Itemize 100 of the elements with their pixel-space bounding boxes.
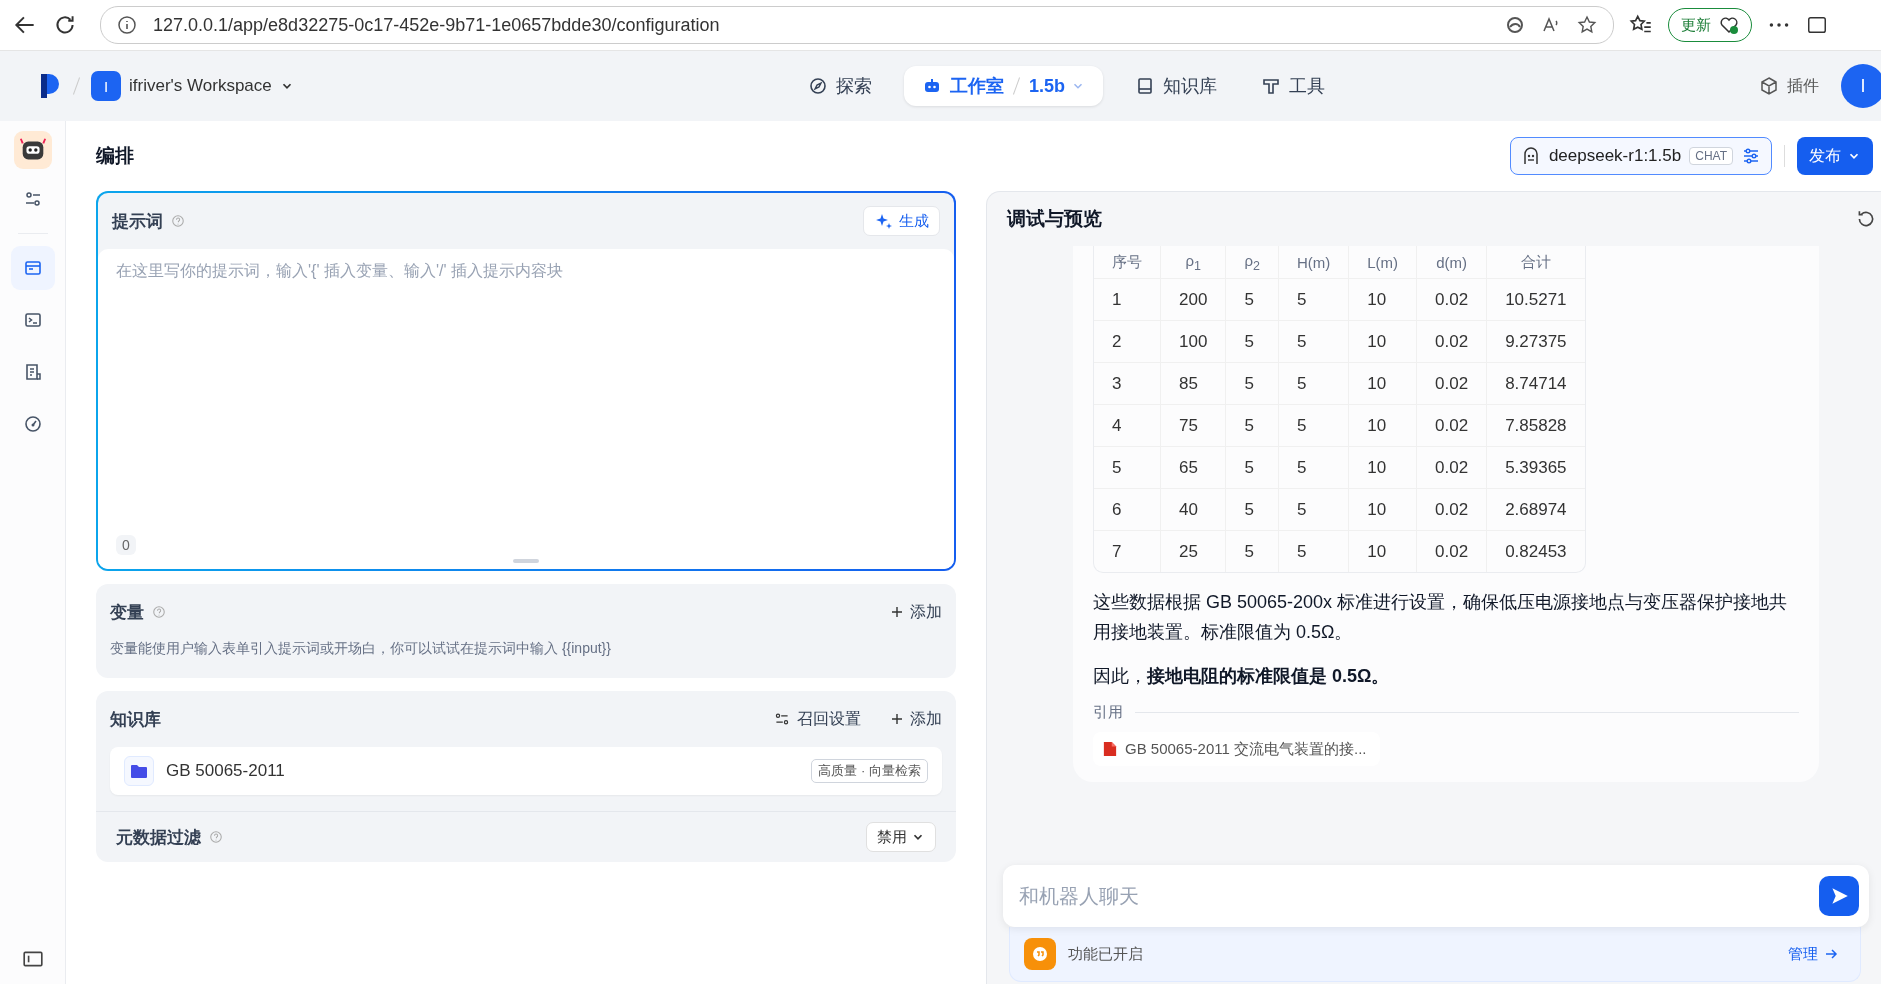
citation-label: 引用	[1093, 703, 1123, 722]
sliders-icon	[1741, 146, 1761, 166]
table-cell: 5	[1226, 531, 1279, 572]
table-cell: 10.5271	[1487, 279, 1585, 321]
table-cell: 8.74714	[1487, 363, 1585, 405]
table-cell: 5	[1226, 405, 1279, 447]
table-cell: 7.85828	[1487, 405, 1585, 447]
table-cell: 5	[1226, 363, 1279, 405]
variables-hint: 变量能使用户输入表单引入提示词或开场白，你可以试试在提示词中输入 {{input}}	[110, 640, 612, 658]
plugins-button[interactable]: 插件	[1759, 75, 1819, 97]
filter-dropdown[interactable]: 禁用	[866, 822, 936, 852]
panel-title: 调试与预览	[1007, 207, 1102, 231]
help-icon	[209, 830, 223, 844]
header-cell: 合计	[1487, 246, 1585, 279]
table-cell: 10	[1349, 405, 1418, 447]
table-cell: 5	[1094, 447, 1161, 489]
header-cell: 序号	[1094, 246, 1161, 279]
table-cell: 2	[1094, 321, 1161, 363]
workspace-switcher[interactable]: I ifriver's Workspace	[91, 71, 294, 101]
compass-icon	[808, 76, 828, 96]
table-cell: 65	[1161, 447, 1227, 489]
model-name: deepseek-r1:1.5b	[1548, 146, 1682, 166]
info-icon	[117, 15, 137, 35]
answer-paragraph: 因此，接地电阻的标准限值是 0.5Ω。	[1093, 665, 1391, 688]
help-icon	[152, 605, 166, 619]
manage-link[interactable]: 管理	[1788, 944, 1838, 964]
nav-tab[interactable]: 工作室	[922, 74, 1004, 98]
table-cell: 10	[1349, 531, 1418, 572]
table-cell: 10	[1349, 363, 1418, 405]
send-button[interactable]	[1819, 876, 1859, 916]
resize-handle[interactable]	[513, 559, 539, 563]
chat-input[interactable]: 和机器人聊天	[1003, 865, 1869, 927]
table-cell: 75	[1161, 405, 1227, 447]
table-cell: 40	[1161, 489, 1227, 531]
publish-button[interactable]: 发布	[1797, 137, 1873, 175]
section-title: 提示词	[112, 210, 163, 233]
sidebar-toggle-icon[interactable]	[1806, 14, 1828, 36]
address-bar[interactable]: 127.0.0.1/app/e8d32275-0c17-452e-9b71-1e0657bdde30/configuration	[100, 6, 1614, 44]
help-icon	[171, 214, 185, 228]
table-cell: 5	[1278, 321, 1350, 363]
table-cell: 5.39365	[1487, 447, 1585, 489]
header-cell: ρ$_{1}$	[1161, 246, 1227, 279]
table-cell: 0.02	[1417, 321, 1488, 363]
table-cell: 5	[1278, 279, 1350, 321]
table-cell: 85	[1161, 363, 1227, 405]
table-cell: 5	[1278, 489, 1350, 531]
dataset-item[interactable]: GB 50065-2011 高质量 · 向量检索	[110, 747, 942, 795]
model-selector[interactable]: deepseek-r1:1.5b CHAT	[1509, 137, 1772, 175]
header-cell: d(m)	[1417, 246, 1488, 279]
table-cell: 0.02	[1417, 279, 1488, 321]
logo-icon	[38, 72, 62, 100]
add-button[interactable]: 添加	[891, 708, 942, 730]
table-cell: 7	[1094, 531, 1161, 572]
table-cell: 5	[1226, 447, 1279, 489]
table-cell-text: 0.82453	[1504, 540, 1568, 563]
page-title: 编排	[96, 144, 134, 168]
robot-icon	[13, 131, 52, 169]
url-text: 127.0.0.1/app/e8d32275-0c17-452e-9b71-1e0657bdde30/configuration	[153, 14, 720, 36]
nav-tab[interactable]: 知识库	[1123, 66, 1230, 106]
table-cell: 0.02	[1417, 447, 1488, 489]
section-title: 元数据过滤	[116, 826, 201, 849]
nav-tab[interactable]: 探索	[796, 66, 884, 106]
table-cell: 10	[1349, 279, 1418, 321]
pdf-icon	[1103, 741, 1117, 757]
table-cell: 0.02	[1417, 531, 1488, 572]
folder-icon	[124, 756, 154, 786]
table-cell: 5	[1226, 279, 1279, 321]
add-button[interactable]: 添加	[891, 601, 942, 623]
recall-settings-button[interactable]: 召回设置	[774, 708, 861, 730]
user-avatar[interactable]: I	[1841, 64, 1881, 108]
dataset-name: GB 50065-2011	[166, 761, 285, 781]
mode-badge: CHAT	[1689, 147, 1733, 165]
workspace-name: ifriver's Workspace	[129, 76, 272, 96]
section-title: 知识库	[110, 708, 161, 731]
quote-icon	[1024, 938, 1056, 970]
star-icon	[1577, 15, 1597, 35]
table-cell: 5	[1278, 363, 1350, 405]
sidebar-item[interactable]	[10, 246, 55, 290]
table-cell: 10	[1349, 489, 1418, 531]
nav-tab[interactable]: 工具	[1249, 66, 1338, 106]
table-cell: 0.02	[1417, 405, 1488, 447]
table-cell: 0.02	[1417, 363, 1488, 405]
features-status: 功能已开启	[1068, 944, 1143, 964]
answer-paragraph: 这些数据根据 GB 50065-200x 标准进行设置，确保低压电源接地点与变压器保护接地共用接地装置。标准限值为 0.5Ω。	[1093, 591, 1789, 644]
sliders-icon	[774, 711, 790, 727]
table-cell: 100	[1161, 321, 1227, 363]
table-cell: 5	[1278, 531, 1350, 572]
workspace-badge: I	[91, 71, 121, 101]
header-cell: H(m)	[1278, 246, 1350, 279]
generate-button[interactable]: 生成	[863, 206, 940, 236]
section-title: 变量	[110, 601, 144, 624]
table-cell: 5	[1226, 321, 1279, 363]
cube-icon	[1759, 76, 1779, 96]
terminal-icon	[22, 310, 43, 330]
table-cell: 3	[1094, 363, 1161, 405]
dataset-tag: 高质量 · 向量检索	[811, 759, 928, 783]
header-cell: ρ$_{2}$	[1226, 246, 1279, 279]
table-cell: 10	[1349, 321, 1418, 363]
table-cell: 9.27375	[1487, 321, 1585, 363]
app-switcher[interactable]: 1.5b	[1029, 75, 1086, 97]
